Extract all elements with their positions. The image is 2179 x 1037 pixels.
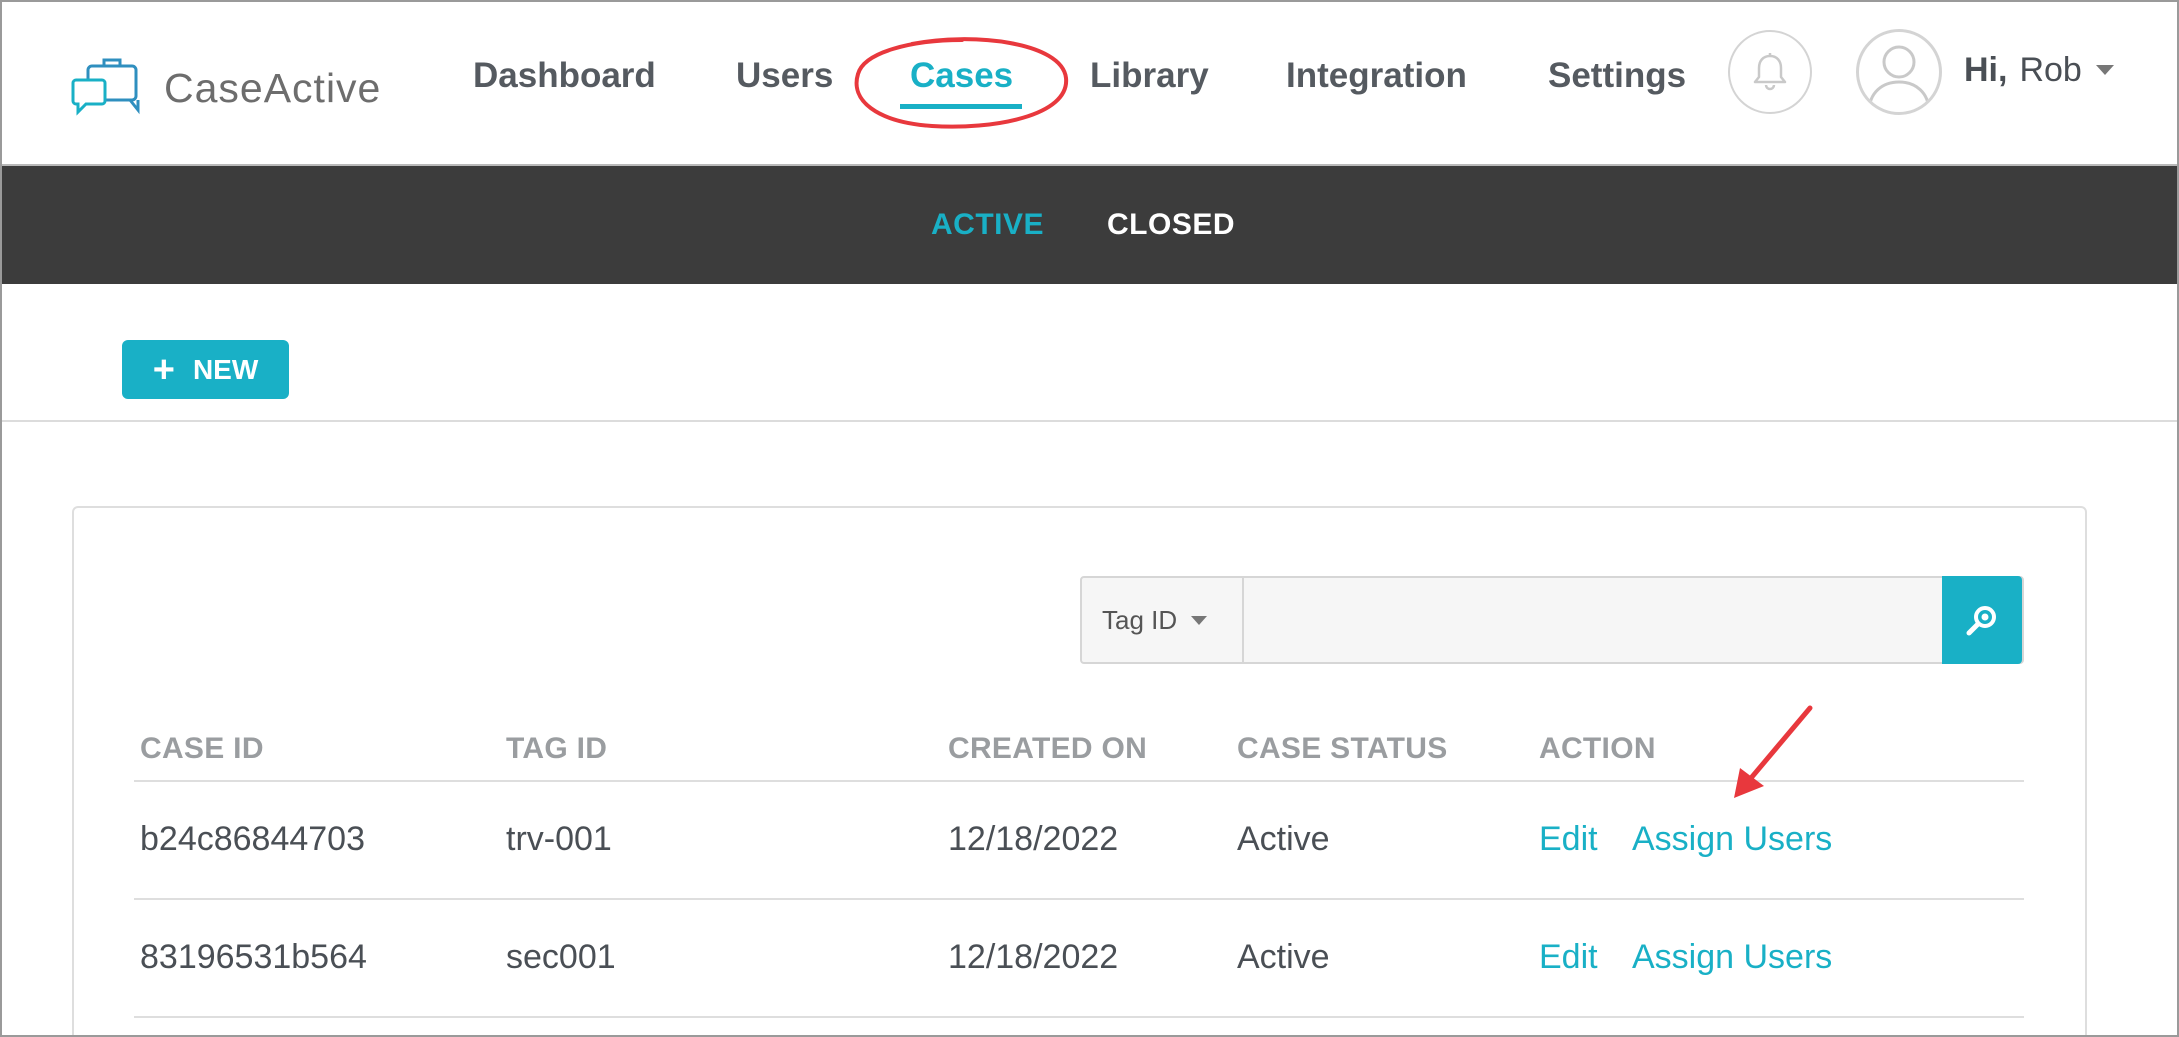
edit-link[interactable]: Edit	[1539, 938, 1598, 977]
nav-library[interactable]: Library	[1090, 50, 1209, 102]
table-row: 83196531b564 sec001 12/18/2022 Active Ed…	[134, 900, 2024, 1018]
tag-id-cell: sec001	[506, 938, 616, 976]
column-header-case-status[interactable]: CASE STATUS	[1237, 732, 1448, 766]
notifications-button[interactable]	[1728, 30, 1812, 114]
red-arrow-annotation	[1734, 705, 1813, 798]
search-bar: Tag ID	[1080, 576, 2024, 664]
logo[interactable]: CaseActive	[70, 56, 415, 120]
new-case-button[interactable]: + NEW	[122, 340, 289, 399]
created-on-cell: 12/18/2022	[948, 820, 1119, 858]
bell-icon	[1753, 53, 1787, 91]
new-button-label: NEW	[192, 353, 259, 385]
created-on-cell: 12/18/2022	[948, 938, 1119, 976]
search-input[interactable]	[1246, 578, 1940, 662]
nav-dashboard[interactable]: Dashboard	[473, 50, 656, 102]
chat-bubbles-logo-icon	[71, 58, 140, 116]
nav-users[interactable]: Users	[736, 50, 833, 102]
search-icon	[1966, 606, 1996, 636]
user-name: Rob	[2019, 50, 2082, 89]
search-filter-label: Tag ID	[1102, 604, 1178, 635]
edit-link[interactable]: Edit	[1539, 820, 1598, 859]
user-menu[interactable]: Hi, Rob	[1964, 48, 2114, 92]
tag-id-cell: trv-001	[506, 820, 612, 858]
plus-icon: +	[152, 348, 175, 391]
nav-settings[interactable]: Settings	[1548, 50, 1686, 102]
assign-users-link[interactable]: Assign Users	[1632, 938, 1832, 977]
logo-text: CaseActive	[164, 64, 382, 111]
red-circle-annotation	[854, 37, 1069, 129]
column-header-case-id[interactable]: CASE ID	[140, 732, 264, 766]
chevron-down-icon	[2095, 65, 2114, 75]
tab-closed[interactable]: CLOSED	[1107, 208, 1235, 242]
user-silhouette-icon	[1867, 45, 1931, 112]
case-status-tabs: ACTIVE CLOSED	[2, 164, 2177, 284]
chevron-down-icon	[1191, 615, 1208, 625]
assign-users-link[interactable]: Assign Users	[1632, 820, 1832, 859]
case-status-cell: Active	[1237, 938, 1330, 976]
case-status-cell: Active	[1237, 820, 1330, 858]
search-button[interactable]	[1942, 576, 2022, 664]
user-avatar[interactable]	[1856, 29, 1942, 115]
toolbar: + NEW	[2, 284, 2177, 422]
top-navbar: CaseActive Dashboard Users Cases Library…	[2, 2, 2177, 164]
nav-integration[interactable]: Integration	[1286, 50, 1467, 102]
greeting-hi: Hi,	[1964, 50, 2008, 89]
case-id-cell: b24c86844703	[140, 820, 366, 858]
column-header-tag-id[interactable]: TAG ID	[506, 732, 607, 766]
column-header-action: ACTION	[1539, 732, 1656, 765]
tab-active[interactable]: ACTIVE	[931, 208, 1044, 242]
app-window: CaseActive Dashboard Users Cases Library…	[0, 0, 2179, 1037]
search-filter-select[interactable]: Tag ID	[1082, 578, 1244, 662]
column-header-created-on[interactable]: CREATED ON	[948, 732, 1147, 766]
case-id-cell: 83196531b564	[140, 938, 367, 976]
